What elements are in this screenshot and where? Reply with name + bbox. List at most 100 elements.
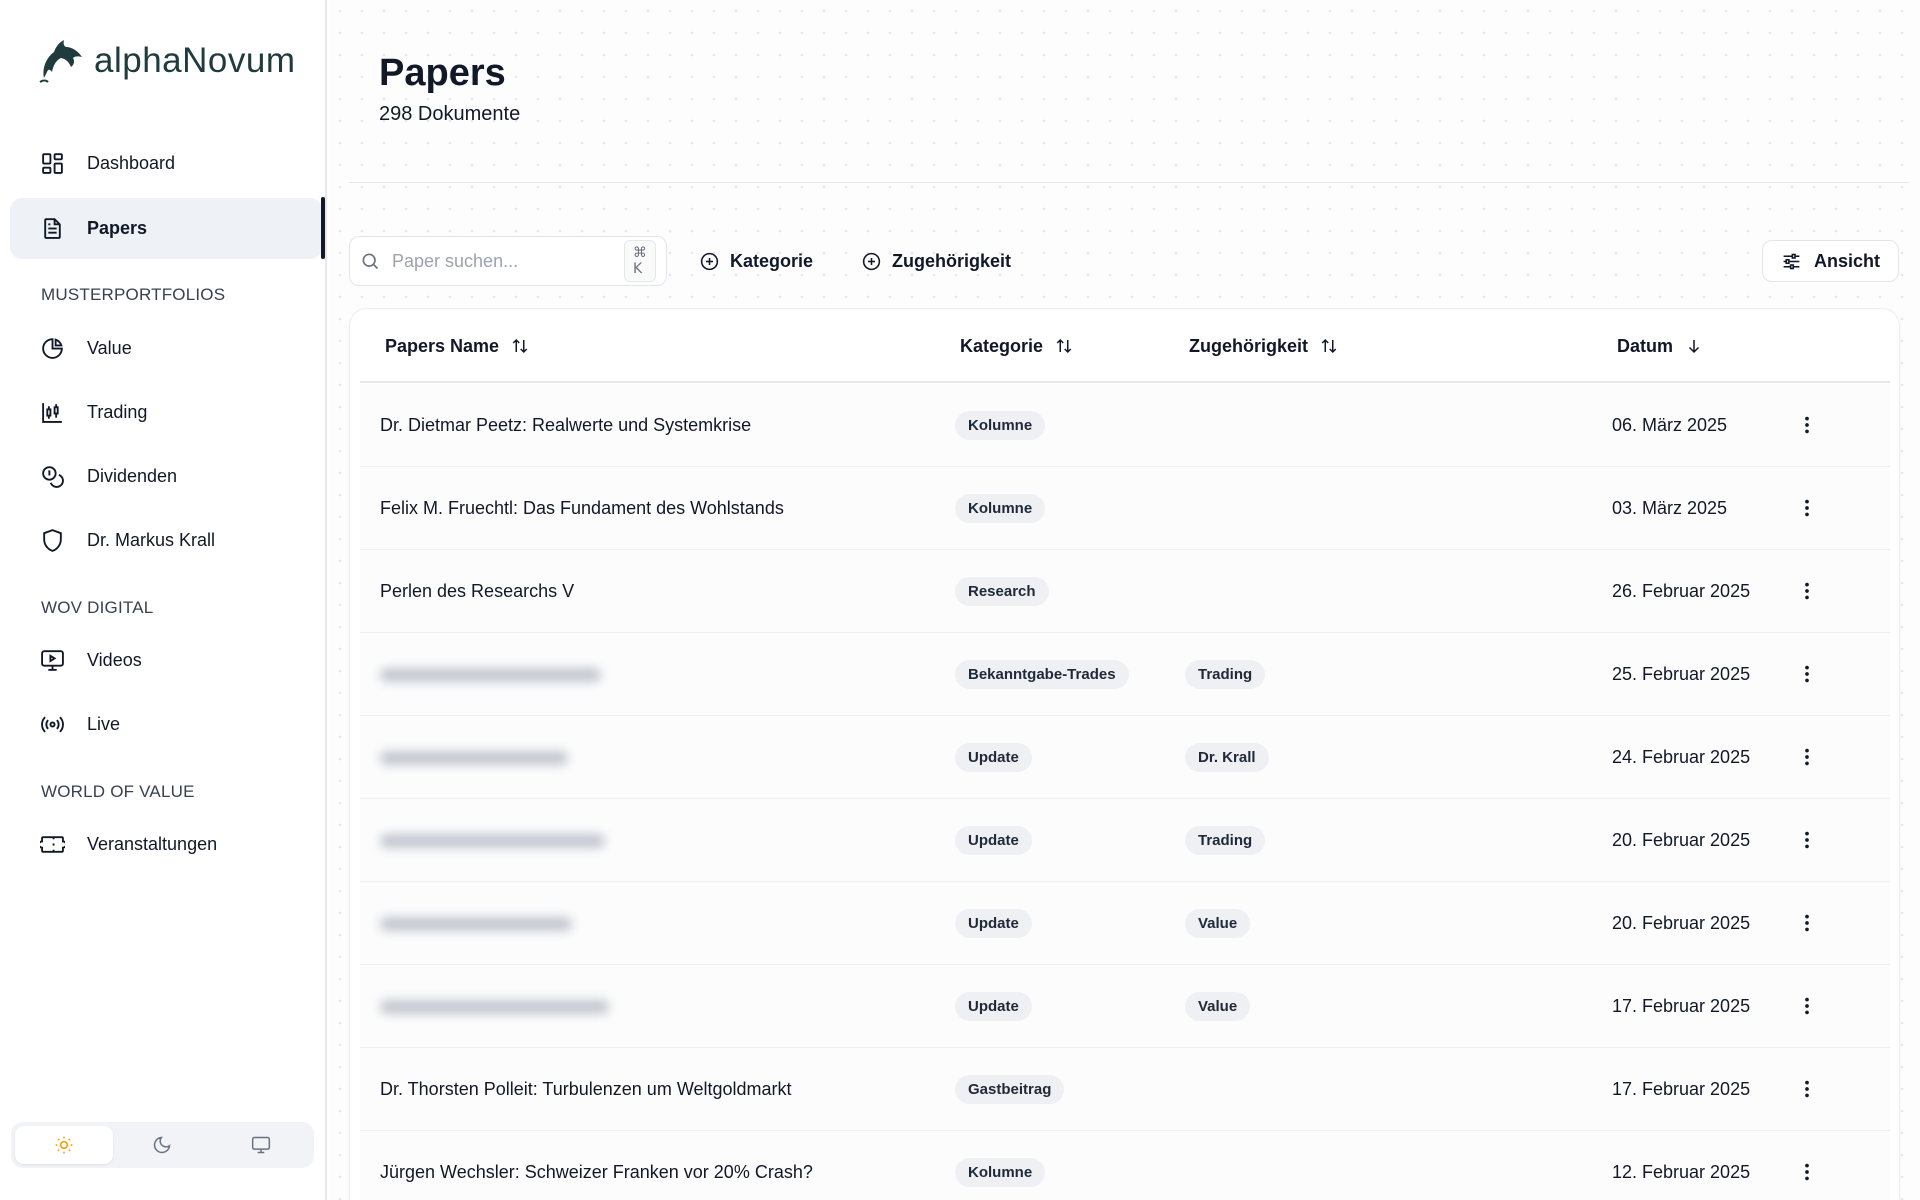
sidebar-item-label: Veranstaltungen [87,834,218,854]
column-header-name[interactable]: Papers Name [385,309,529,383]
paper-date: 26. Februar 2025 [1612,581,1751,601]
category-badge: Bekanntgabe-Trades [955,660,1129,689]
table-row[interactable]: Jürgen Wechsler: Schweizer Franken vor 2… [360,1131,1890,1200]
paper-date: 17. Februar 2025 [1612,996,1751,1016]
table-row[interactable]: Perlen des Researchs V Research 26. Februa… [360,550,1890,633]
paper-date: 17. Februar 2025 [1612,1079,1751,1099]
table-row[interactable]: Dr. Dietmar Peetz: Realwerte und Systemk… [360,384,1890,467]
paper-name-redacted[interactable] [380,633,601,716]
sort-arrows-icon [1321,338,1337,354]
paper-date: 20. Februar 2025 [1612,913,1751,933]
category-badge: Gastbeitrag [955,1075,1065,1104]
row-actions-button[interactable] [1786,404,1828,446]
category-badge: Research [955,577,1049,606]
row-actions-button[interactable] [1786,736,1828,778]
pie-chart-icon [42,338,63,359]
row-actions-button[interactable] [1786,1151,1828,1193]
category-filter-label: Kategorie [730,250,814,271]
sidebar-item-label: Live [87,714,121,734]
sidebar-item-label: Dividenden [87,466,178,486]
paper-name[interactable]: Felix M. Fruechtl: Das Fundament des Woh… [380,467,784,550]
column-header-category[interactable]: Kategorie [960,309,1073,383]
sidebar-item-veranstaltungen[interactable]: Veranstaltungen [10,814,322,875]
more-vertical-icon [1805,499,1809,517]
keyboard-shortcut-hint: ⌘ K [624,240,656,282]
plus-circle-icon [700,252,719,270]
moon-icon [154,1136,171,1154]
row-actions-button[interactable] [1786,1068,1828,1110]
more-vertical-icon [1805,831,1809,849]
dolphin-logo-icon [39,40,82,83]
column-header-label: Datum [1617,335,1674,356]
search-field[interactable]: ⌘ K [349,236,667,286]
sidebar-item-papers[interactable]: Papers [10,198,322,259]
sidebar-item-label: Dashboard [87,153,176,173]
paper-date: 25. Februar 2025 [1612,664,1751,684]
table-row[interactable]: Update Dr. Krall 24. Februar 2025 [360,716,1890,799]
plus-circle-icon [862,252,881,270]
more-vertical-icon [1805,416,1809,434]
sidebar: alphaNovum Dashboard Papers MUSTERPORTFO… [0,0,327,1200]
sidebar-item-dividenden[interactable]: Dividenden [10,446,322,507]
ticket-icon [40,836,65,853]
affiliation-badge: Value [1185,909,1251,938]
table-row[interactable]: Update Value 20. Februar 2025 [360,882,1890,965]
paper-name-redacted[interactable] [380,882,572,965]
row-actions-button[interactable] [1786,985,1828,1027]
sort-descending-icon [1688,340,1700,354]
dashboard-grid-icon [42,153,63,174]
row-actions-button[interactable] [1786,902,1828,944]
theme-light-button[interactable] [15,1126,114,1164]
sidebar-item-trading[interactable]: Trading [10,382,322,443]
sidebar-item-label: Trading [87,402,148,422]
category-filter-button[interactable]: Kategorie [699,240,813,282]
search-icon [362,253,379,270]
sun-icon [55,1136,73,1154]
paper-name[interactable]: Perlen des Researchs V [380,550,574,633]
sidebar-item-live[interactable]: Live [10,694,322,755]
sliders-icon [1783,253,1800,269]
sidebar-item-label: Papers [87,218,148,238]
theme-system-button[interactable] [212,1126,310,1164]
logo[interactable]: alphaNovum [38,36,296,86]
sidebar-item-value[interactable]: Value [10,318,322,379]
paper-name-redacted[interactable] [380,716,568,799]
more-vertical-icon [1805,914,1809,932]
theme-switcher [11,1122,314,1168]
main-content: Papers 298 Dokumente ⌘ K Kategorie Zugeh… [329,0,1920,1200]
paper-date: 20. Februar 2025 [1612,830,1751,850]
view-options-button[interactable]: Ansicht [1762,240,1899,282]
table-row[interactable]: Bekanntgabe-Trades Trading 25. Februar 202… [360,633,1890,716]
column-header-label: Zugehörigkeit [1189,335,1309,356]
page-title: Papers [379,52,506,94]
document-count: 298 Dokumente [379,103,521,125]
row-actions-button[interactable] [1786,570,1828,612]
table-row[interactable]: Dr. Thorsten Polleit: Turbulenzen um Wel… [360,1048,1890,1131]
paper-name[interactable]: Dr. Dietmar Peetz: Realwerte und Systemk… [380,384,751,467]
column-header-date[interactable]: Datum [1617,309,1703,383]
paper-name-redacted[interactable] [380,799,605,882]
affiliation-filter-button[interactable]: Zugehörigkeit [861,240,1011,282]
paper-name[interactable]: Jürgen Wechsler: Schweizer Franken vor 2… [380,1131,813,1200]
category-badge: Update [955,743,1032,772]
logo-text: alphaNovum [94,41,296,80]
row-actions-button[interactable] [1786,487,1828,529]
paper-name-redacted[interactable] [380,965,609,1048]
search-input[interactable] [392,250,624,272]
affiliation-badge: Value [1185,992,1251,1021]
paper-name[interactable]: Dr. Thorsten Polleit: Turbulenzen um Wel… [380,1048,792,1131]
theme-dark-button[interactable] [113,1126,211,1164]
sidebar-item-videos[interactable]: Videos [10,630,322,691]
more-vertical-icon [1805,665,1809,683]
papers-table: Papers Name Kategorie Zugehörigkeit Datu… [349,308,1900,1200]
column-header-affiliation[interactable]: Zugehörigkeit [1189,309,1338,383]
table-row[interactable]: Update Value 17. Februar 2025 [360,965,1890,1048]
sidebar-item-dr-markus-krall[interactable]: Dr. Markus Krall [10,510,322,571]
table-row[interactable]: Felix M. Fruechtl: Das Fundament des Woh… [360,467,1890,550]
row-actions-button[interactable] [1786,653,1828,695]
row-actions-button[interactable] [1786,819,1828,861]
sidebar-item-dashboard[interactable]: Dashboard [10,133,322,194]
table-row[interactable]: Update Trading 20. Februar 2025 [360,799,1890,882]
category-badge: Kolumne [955,411,1046,440]
sort-arrows-icon [1056,338,1072,354]
